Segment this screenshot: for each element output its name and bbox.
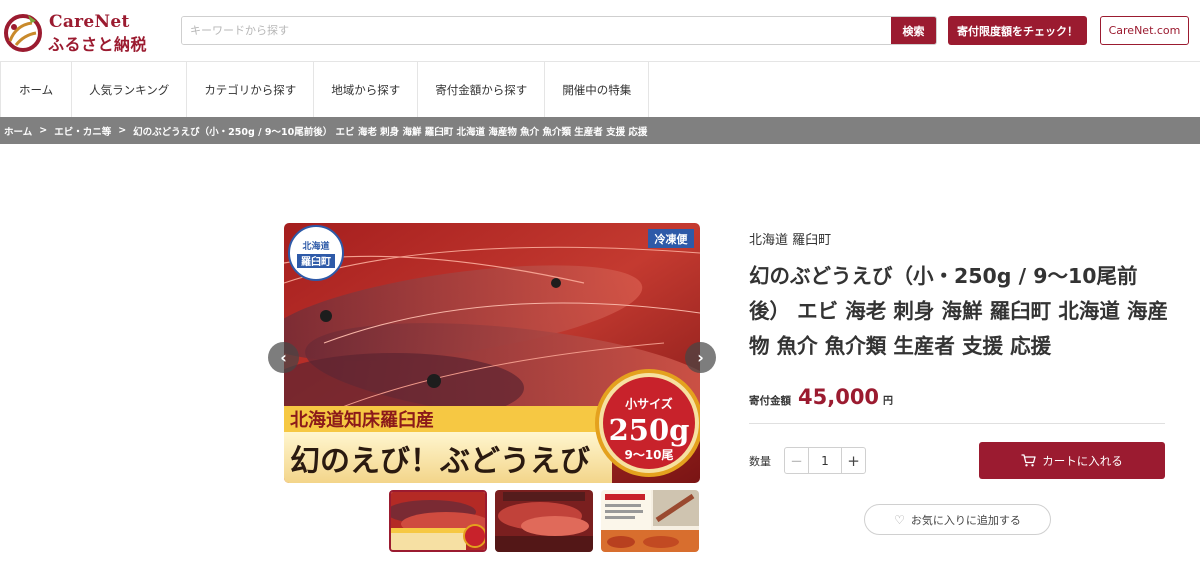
search-input[interactable] — [182, 17, 893, 44]
add-to-favorites-button[interactable]: ♡ お気に入りに追加する — [864, 504, 1051, 535]
donation-limit-button[interactable]: 寄付限度額をチェック！ — [948, 16, 1087, 45]
gallery-thumb-2[interactable] — [495, 490, 593, 552]
chevron-left-icon: ‹ — [280, 348, 287, 367]
gallery-thumb-3[interactable] — [601, 490, 699, 552]
product-banner: 北海道知床羅臼産 幻のえび！ぶどうえび — [284, 406, 612, 483]
price-value: 45,000 — [798, 385, 880, 409]
size-badge: 小サイズ 250g 9〜10尾 — [595, 369, 700, 477]
price-row: 寄付金額 45,000 円 — [749, 385, 893, 409]
divider — [749, 423, 1165, 424]
product-region[interactable]: 北海道 羅臼町 — [749, 229, 831, 248]
cart-icon — [1021, 454, 1036, 467]
svg-text:冷凍便: 冷凍便 — [655, 232, 689, 246]
banner-line1: 北海道知床羅臼産 — [290, 409, 434, 431]
breadcrumb-item-category[interactable]: エビ・カニ等 — [54, 124, 111, 138]
nav-item-features[interactable]: 開催中の特集 — [545, 62, 650, 117]
price-unit: 円 — [883, 396, 894, 407]
add-to-cart-label: カートに入れる — [1042, 453, 1123, 468]
breadcrumb-item-current: 幻のぶどうえび（小・250g / 9〜10尾前後） エビ 海老 刺身 海鮮 羅臼… — [133, 126, 648, 138]
product-main-image[interactable]: 北海道 羅臼町 冷凍便 北海道知床羅臼産 幻のえび！ぶどうえび 小サイズ 250… — [284, 223, 700, 483]
gallery-thumb-1[interactable] — [389, 490, 487, 552]
breadcrumb-separator: > — [118, 125, 127, 136]
nav-item-region[interactable]: 地域から探す — [314, 62, 419, 117]
logo-mark-icon — [4, 14, 42, 52]
logo-text-jp: ふるさと納税 — [48, 35, 148, 54]
thumb-image-1 — [391, 492, 485, 550]
nav-item-ranking[interactable]: 人気ランキング — [72, 62, 188, 117]
quantity-stepper: − 1 + — [784, 447, 866, 474]
nav-item-category[interactable]: カテゴリから探す — [187, 62, 315, 117]
shrimp-photo-image: 北海道 羅臼町 冷凍便 北海道知床羅臼産 幻のえび！ぶどうえび 小サイズ 250… — [284, 223, 700, 483]
gallery-next-button[interactable]: › — [685, 342, 716, 373]
logo-text-en: CareNet — [49, 12, 130, 32]
banner-line2: 幻のえび！ぶどうえび — [290, 444, 590, 479]
thumb-image-2 — [495, 490, 593, 552]
logo[interactable]: CareNet ふるさと納税 — [2, 9, 172, 55]
site-header: CareNet ふるさと納税 検索 寄付限度額をチェック！ CareNet.co… — [0, 0, 1200, 62]
gallery-prev-button[interactable]: ‹ — [268, 342, 299, 373]
search-bar: 検索 — [181, 16, 937, 45]
quantity-decrease-button[interactable]: − — [785, 448, 809, 473]
region-badge-top: 北海道 — [302, 240, 329, 252]
heart-icon: ♡ — [894, 512, 905, 527]
price-label: 寄付金額 — [749, 395, 791, 407]
nav-item-home[interactable]: ホーム — [0, 62, 73, 117]
breadcrumb: ホーム > エビ・カニ等 > 幻のぶどうえび（小・250g / 9〜10尾前後）… — [0, 117, 1200, 144]
breadcrumb-separator: > — [39, 125, 48, 136]
nav-item-amount[interactable]: 寄付金額から探す — [418, 62, 546, 117]
main-nav: ホーム 人気ランキング カテゴリから探す 地域から探す 寄付金額から探す 開催中… — [0, 62, 1200, 117]
product-title: 幻のぶどうえび（小・250g / 9〜10尾前後） エビ 海老 刺身 海鮮 羅臼… — [749, 264, 1168, 358]
region-badge: 北海道 羅臼町 — [288, 225, 344, 281]
add-to-favorites-label: お気に入りに追加する — [910, 513, 1021, 527]
svg-text:小サイズ: 小サイズ — [625, 396, 673, 411]
region-badge-bottom: 羅臼町 — [301, 255, 331, 268]
svg-text:250g: 250g — [609, 413, 690, 447]
quantity-value[interactable]: 1 — [809, 448, 841, 473]
carenet-link-button[interactable]: CareNet.com — [1100, 16, 1189, 45]
search-button[interactable]: 検索 — [891, 17, 936, 44]
chevron-right-icon: › — [697, 348, 704, 367]
add-to-cart-button[interactable]: カートに入れる — [979, 442, 1165, 479]
quantity-increase-button[interactable]: + — [841, 448, 865, 473]
thumb-image-3 — [601, 490, 699, 552]
breadcrumb-item-home[interactable]: ホーム — [4, 124, 32, 138]
svg-text:9〜10尾: 9〜10尾 — [624, 448, 673, 462]
quantity-label: 数量 — [749, 455, 771, 468]
frozen-badge: 冷凍便 — [648, 229, 694, 248]
